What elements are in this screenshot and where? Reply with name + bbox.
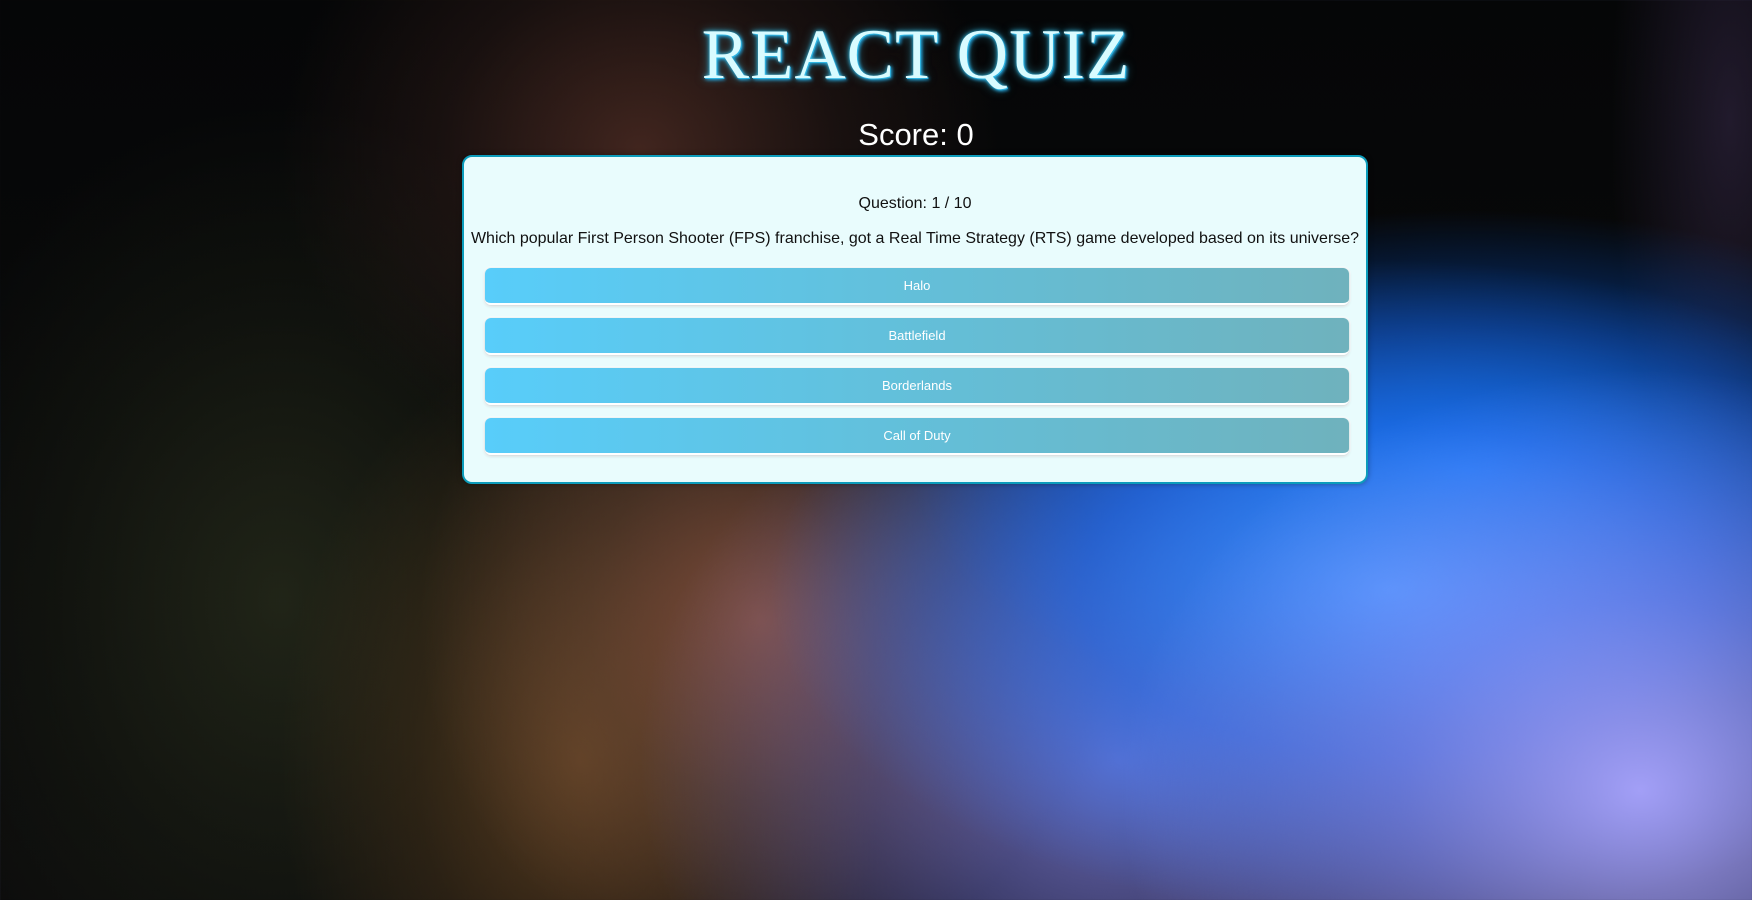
answer-button-borderlands[interactable]: Borderlands (485, 368, 1349, 405)
quiz-card: Question: 1 / 10 Which popular First Per… (462, 155, 1368, 484)
answer-button-battlefield[interactable]: Battlefield (485, 318, 1349, 355)
question-counter: Question: 1 / 10 (858, 195, 972, 212)
answer-list: Halo Battlefield Borderlands Call of Dut… (464, 268, 1366, 455)
score-display: Score: 0 (858, 117, 974, 152)
page-title: REACT QUIZ (701, 16, 1131, 94)
answer-button-call-of-duty[interactable]: Call of Duty (485, 418, 1349, 455)
answer-button-halo[interactable]: Halo (485, 268, 1349, 305)
question-text: Which popular First Person Shooter (FPS)… (470, 230, 1360, 247)
